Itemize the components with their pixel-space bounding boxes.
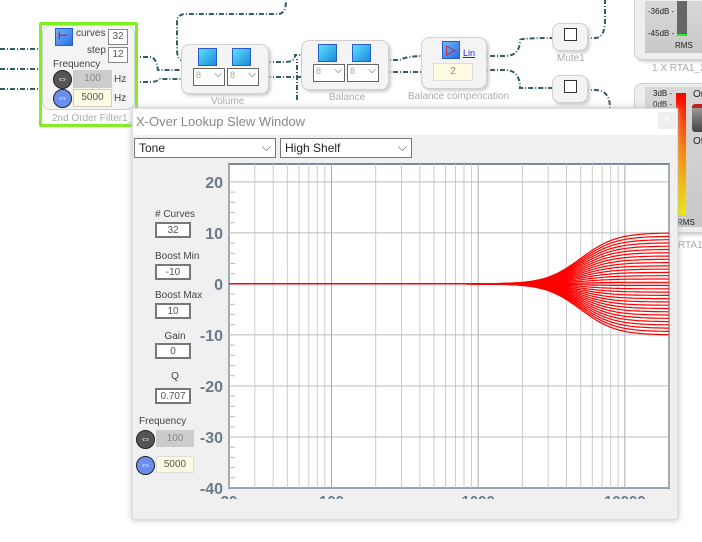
mute1-block[interactable] [552, 23, 588, 51]
frequency-label: Frequency [53, 59, 101, 70]
field-label: Boost Min [155, 251, 200, 262]
field-input[interactable]: 10 [155, 303, 191, 319]
freq-low-knob[interactable]: ⇔ [53, 70, 72, 89]
rms-label: RMS [677, 218, 695, 227]
rta-bottom-caption: RTA1 [678, 240, 702, 251]
on-label: On [693, 89, 702, 100]
freq-high-input[interactable]: 5000 [156, 456, 194, 473]
y-tick-label: -40 [200, 481, 223, 498]
balance-comp-block[interactable]: ▷ Lin 2 [421, 37, 487, 89]
filter-block[interactable]: ⊢ curves 32 step 12 Frequency ⇔ 100 Hz ⇔… [39, 22, 139, 127]
balance-comp-value[interactable]: 2 [433, 63, 473, 81]
balance-block[interactable]: 8 ⌵ 8 ⌵ [301, 40, 389, 90]
volume-down-icon[interactable] [232, 48, 251, 66]
field-label: # Curves [155, 209, 196, 220]
off-label: Off [693, 136, 702, 147]
field-input[interactable]: 0.707 [155, 388, 191, 404]
volume-up-icon[interactable] [198, 48, 217, 66]
filter-select[interactable]: High Shelf ⌵ [280, 138, 412, 158]
hz-label: Hz [114, 93, 127, 104]
balance-select-2[interactable]: 8 ⌵ [347, 64, 379, 82]
mute2-checkbox[interactable] [564, 80, 577, 93]
volume-select-1[interactable]: 8 ⌵ [193, 68, 225, 86]
freq-low-knob[interactable]: ⇔ [136, 430, 155, 449]
curves-value[interactable]: 32 [108, 29, 128, 45]
y-tick-label: -10 [200, 328, 223, 345]
y-tick-label: 20 [205, 175, 223, 192]
filter-type-icon[interactable]: ⊢ [55, 28, 73, 46]
balance-select-1[interactable]: 8 ⌵ [313, 64, 345, 82]
x-tick-label: 20 [221, 493, 238, 499]
rta-top-panel: -36dB - -45dB - RMS [634, 0, 702, 60]
lin-link[interactable]: Lin [463, 48, 475, 58]
window-title: X-Over Lookup Slew Window [133, 109, 677, 135]
rta-label: -36dB - [648, 7, 675, 16]
field-input[interactable]: 32 [155, 222, 191, 238]
slew-window: X-Over Lookup Slew Window × Tone ⌵ High S… [132, 108, 678, 520]
close-icon: × [663, 112, 671, 126]
y-tick-label: 10 [205, 226, 223, 243]
volume-select-2[interactable]: 8 ⌵ [227, 68, 259, 86]
x-tick-label: 1000 [461, 493, 494, 499]
response-chart: 20100-10-20-30-4020100100010000 [200, 163, 670, 499]
filter-caption: 2nd Order Filter1_2 [52, 113, 139, 124]
plot-area [228, 163, 670, 489]
type-select[interactable]: Tone ⌵ [134, 138, 276, 158]
field-label: Q [171, 371, 179, 382]
y-tick-label: -30 [200, 430, 223, 447]
frequency-label: Frequency [139, 416, 187, 427]
volume-caption: Volume [211, 96, 245, 107]
x-tick-label: 100 [319, 493, 344, 499]
freq-high-value[interactable]: 5000 [73, 89, 112, 107]
balance-comp-caption: Balance compencation [408, 91, 510, 102]
freq-high-knob[interactable]: ⇔ [136, 456, 155, 475]
mute1-caption: Mute1 [557, 53, 585, 64]
rta-meter [677, 1, 687, 36]
mute1-checkbox[interactable] [564, 28, 577, 41]
field-input[interactable]: -10 [155, 264, 191, 280]
volume-block[interactable]: 8 ⌵ 8 ⌵ [181, 44, 269, 94]
field-label: Boost Max [155, 290, 203, 301]
balance-right-icon[interactable] [352, 44, 371, 62]
freq-low-value[interactable]: 100 [73, 70, 112, 88]
field-label: Gain [164, 331, 186, 342]
rta-label: -45dB - [648, 29, 675, 38]
y-tick-label: 0 [214, 277, 223, 294]
freq-low-input[interactable]: 100 [156, 430, 194, 447]
hz-label: Hz [114, 74, 127, 85]
rms-label: RMS [675, 41, 693, 50]
rta-top-caption: 1 X RTA1_2 [652, 63, 702, 74]
x-tick-label: 10000 [604, 493, 646, 499]
mute2-block[interactable] [552, 75, 588, 103]
freq-high-knob[interactable]: ⇔ [53, 89, 72, 108]
field-input[interactable]: 0 [155, 343, 191, 359]
close-button[interactable]: × [658, 112, 676, 129]
y-tick-label: -20 [200, 379, 223, 396]
amp-icon[interactable]: ▷ [442, 41, 460, 59]
on-off-switch[interactable] [692, 104, 702, 132]
step-value[interactable]: 12 [108, 47, 128, 63]
rta-label: 3dB - [653, 89, 673, 98]
curves-label: curves [76, 28, 106, 39]
balance-caption: Balance [329, 92, 366, 103]
step-label: step [87, 45, 106, 56]
balance-left-icon[interactable] [318, 44, 337, 62]
